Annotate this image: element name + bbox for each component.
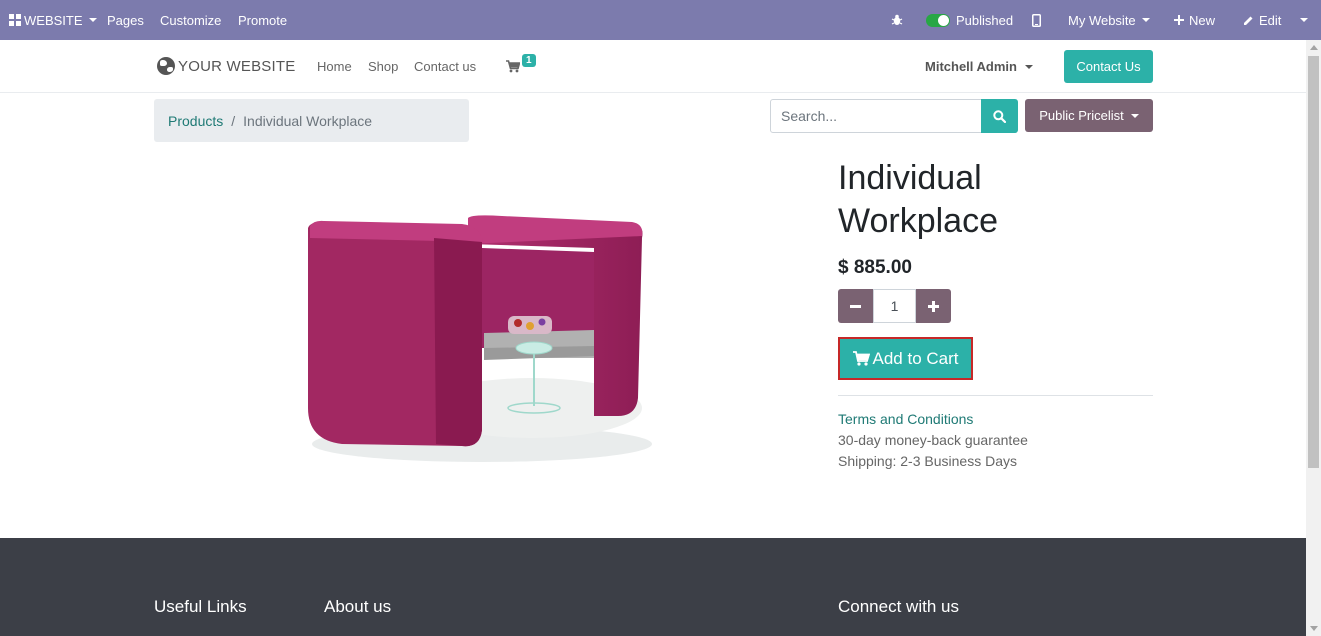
scroll-up-arrow-icon[interactable] bbox=[1310, 45, 1318, 50]
quantity-decrease-button[interactable] bbox=[838, 289, 873, 323]
chevron-down-icon bbox=[1300, 18, 1308, 22]
published-label: Published bbox=[956, 12, 1014, 28]
footer-heading-about-us: About us bbox=[324, 597, 392, 616]
shopping-cart-icon bbox=[506, 60, 520, 73]
pages-menu[interactable]: Pages bbox=[107, 0, 144, 40]
nav-home[interactable]: Home bbox=[317, 40, 352, 93]
pricelist-label: Public Pricelist bbox=[1039, 108, 1124, 123]
cart-link[interactable] bbox=[506, 40, 520, 93]
apps-menu[interactable]: WEBSITE bbox=[9, 0, 97, 40]
mobile-icon bbox=[1032, 13, 1041, 27]
quantity-input[interactable] bbox=[873, 289, 916, 323]
product-title-line-2: Workplace bbox=[838, 202, 998, 240]
breadcrumb-products-link[interactable]: Products bbox=[168, 113, 223, 129]
bug-icon bbox=[891, 14, 903, 25]
chevron-down-icon bbox=[1024, 64, 1033, 69]
promote-menu[interactable]: Promote bbox=[238, 0, 287, 40]
chevron-down-icon bbox=[1130, 113, 1139, 118]
pricelist-dropdown[interactable]: Public Pricelist bbox=[1025, 99, 1153, 132]
logo-text: YOUR WEBSITE bbox=[178, 57, 296, 75]
pencil-icon bbox=[1244, 16, 1253, 25]
page-scrollbar[interactable] bbox=[1306, 40, 1321, 636]
new-button[interactable]: New bbox=[1174, 0, 1215, 40]
nav-contact[interactable]: Contact us bbox=[414, 40, 476, 93]
guarantee-text: 30-day money-back guarantee bbox=[838, 432, 1028, 448]
scrollbar-thumb[interactable] bbox=[1308, 56, 1319, 468]
edit-button-label: Edit bbox=[1259, 12, 1282, 28]
add-to-cart-button[interactable]: Add to Cart bbox=[838, 337, 973, 380]
divider bbox=[838, 395, 1153, 396]
website-switcher-label: My Website bbox=[1068, 12, 1136, 28]
debug-button[interactable] bbox=[891, 0, 903, 40]
chevron-down-icon bbox=[88, 18, 97, 22]
footer-heading-connect: Connect with us bbox=[838, 597, 959, 616]
globe-icon bbox=[157, 57, 175, 75]
website-switcher[interactable]: My Website bbox=[1068, 0, 1150, 40]
breadcrumb-current: Individual Workplace bbox=[243, 112, 373, 129]
admin-navbar: WEBSITE Pages Customize Promote Publishe… bbox=[0, 0, 1321, 40]
site-header: YOUR WEBSITE Home Shop Contact us 1 Mitc… bbox=[0, 40, 1306, 93]
more-dropdown[interactable] bbox=[1300, 0, 1308, 40]
add-to-cart-label: Add to Cart bbox=[872, 348, 959, 368]
shopping-cart-icon bbox=[852, 351, 870, 366]
chevron-down-icon bbox=[1141, 18, 1150, 22]
site-logo[interactable]: YOUR WEBSITE bbox=[157, 57, 295, 75]
breadcrumb-separator: / bbox=[231, 112, 236, 129]
search-button[interactable] bbox=[981, 99, 1018, 133]
plus-icon bbox=[1174, 15, 1184, 25]
search-input[interactable] bbox=[770, 99, 982, 133]
toggle-switch-icon bbox=[926, 13, 950, 27]
product-price: $ 885.00 bbox=[838, 257, 912, 278]
user-menu[interactable]: Mitchell Admin bbox=[925, 40, 1033, 93]
new-button-label: New bbox=[1189, 12, 1216, 28]
grid-icon bbox=[9, 14, 21, 26]
site-footer: Useful Links About us Connect with us bbox=[0, 538, 1306, 636]
nav-shop[interactable]: Shop bbox=[368, 40, 398, 93]
edit-button[interactable]: Edit bbox=[1243, 0, 1281, 40]
contact-us-button[interactable]: Contact Us bbox=[1064, 50, 1153, 83]
shipping-text: Shipping: 2-3 Business Days bbox=[838, 453, 1017, 469]
breadcrumb: Products / Individual Workplace bbox=[154, 99, 469, 142]
published-toggle[interactable]: Published bbox=[926, 0, 1013, 40]
product-title: Individual Workplace bbox=[838, 157, 1138, 243]
cart-count-badge: 1 bbox=[522, 54, 536, 67]
quantity-increase-button[interactable] bbox=[916, 289, 951, 323]
footer-heading-useful-links: Useful Links bbox=[154, 597, 247, 616]
user-name: Mitchell Admin bbox=[925, 59, 1017, 74]
customize-menu[interactable]: Customize bbox=[160, 0, 221, 40]
minus-icon bbox=[850, 304, 861, 308]
plus-icon bbox=[928, 300, 939, 312]
product-title-line-1: Individual bbox=[838, 159, 982, 197]
product-image bbox=[308, 215, 652, 462]
terms-link[interactable]: Terms and Conditions bbox=[838, 411, 973, 427]
apps-menu-label: WEBSITE bbox=[24, 12, 83, 28]
search-icon bbox=[993, 109, 1006, 123]
mobile-preview-button[interactable] bbox=[1032, 0, 1041, 40]
scroll-down-arrow-icon[interactable] bbox=[1310, 626, 1318, 631]
